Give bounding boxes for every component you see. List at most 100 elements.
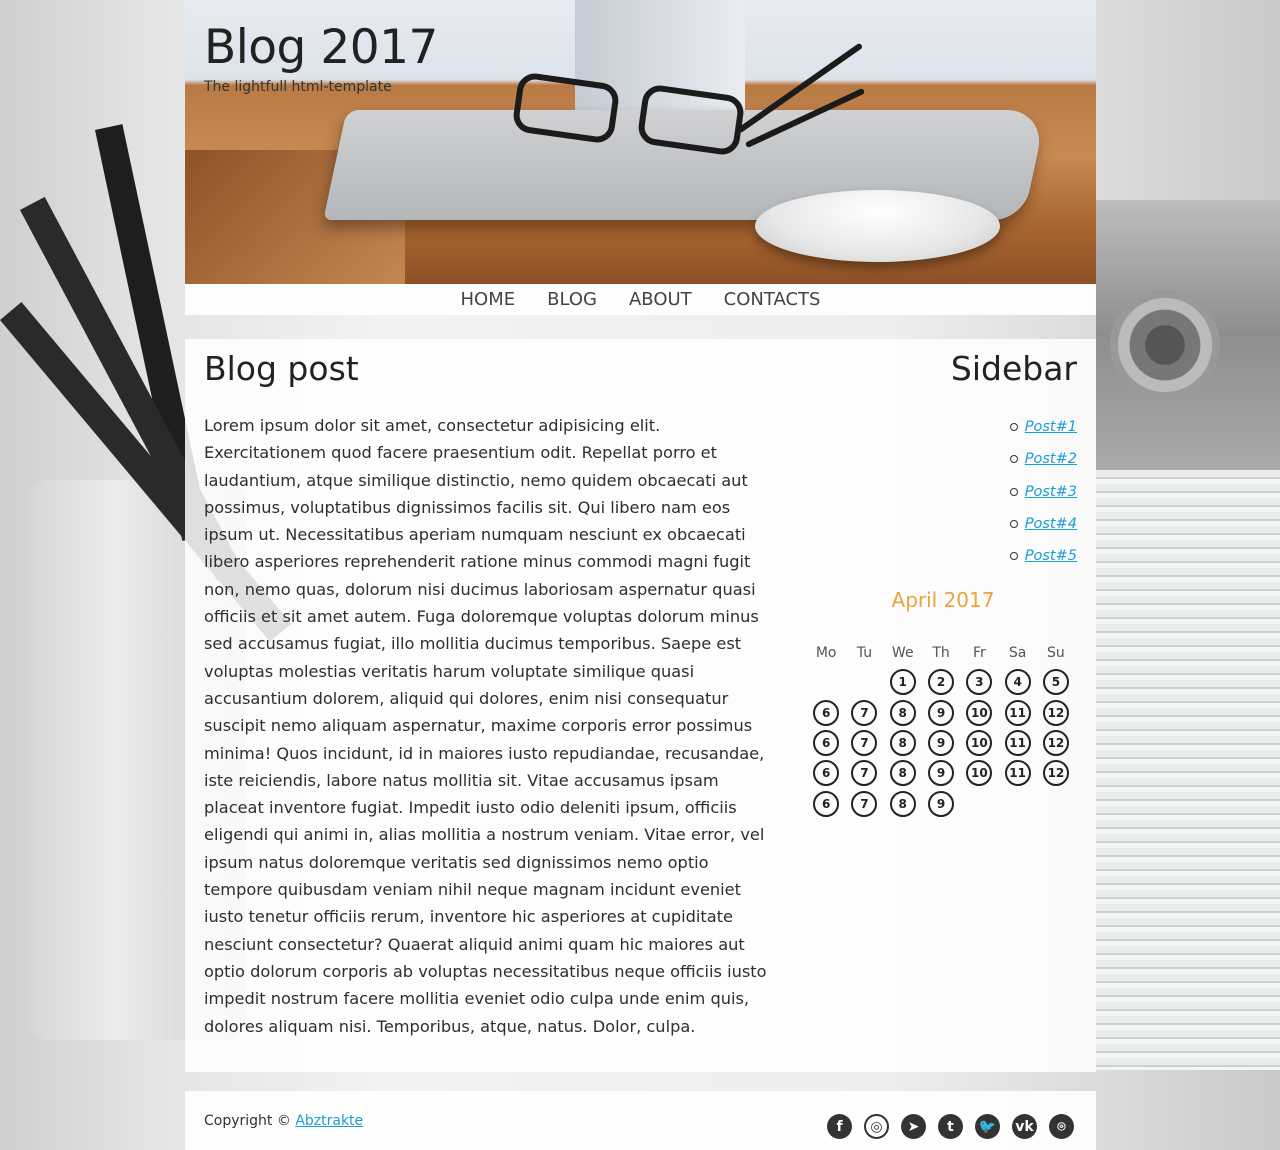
tumblr-icon[interactable]: t: [938, 1114, 963, 1139]
calendar-cell: 7: [845, 728, 883, 758]
calendar-cell: [807, 667, 845, 697]
calendar-day[interactable]: 9: [928, 729, 955, 756]
sidebar-link-item: Post#1: [1009, 411, 1077, 443]
calendar-day[interactable]: 11: [1004, 729, 1031, 756]
calendar-cell: 6: [807, 697, 845, 727]
circle-bullet-icon: [1009, 552, 1018, 561]
nav-item-contacts[interactable]: CONTACTS: [708, 284, 837, 315]
calendar-weekday: Tu: [856, 645, 873, 661]
calendar-day[interactable]: 7: [851, 760, 878, 787]
site-title[interactable]: Blog 2017: [204, 20, 438, 75]
twitter-icon[interactable]: 🐦: [975, 1114, 1000, 1139]
calendar-cell: 6: [807, 789, 845, 819]
calendar-cell: 8: [884, 789, 922, 819]
calendar-cell: 9: [922, 697, 960, 727]
instagram-icon[interactable]: ◎: [864, 1114, 889, 1139]
sidebar-links: Post#1 Post#2 Post#3 Post#4 Post#5: [1009, 411, 1077, 572]
social-links: f ◎ ➤ t 🐦 vk ⌾: [827, 1114, 1074, 1139]
nav-item-blog[interactable]: BLOG: [531, 284, 613, 315]
sidebar-link-item: Post#2: [1009, 443, 1077, 475]
nav-item-about[interactable]: ABOUT: [613, 284, 708, 315]
calendar-day[interactable]: 12: [1042, 699, 1069, 726]
calendar-week-row: 6 7 8 9 10 11 12: [807, 758, 1075, 788]
calendar-cell: 2: [922, 667, 960, 697]
sidebar-link-item: Post#4: [1009, 508, 1077, 540]
sidebar-link-item: Post#5: [1009, 540, 1077, 572]
calendar-day[interactable]: 8: [889, 699, 916, 726]
calendar: Mo Tu We Th Fr Sa Su 1 2 3 4 5 6 7 8 9 10 11 12 6 7 8 9 10 11 12…: [807, 639, 1075, 819]
calendar-cell: [998, 789, 1036, 819]
calendar-day[interactable]: 2: [928, 669, 955, 696]
calendar-day[interactable]: 12: [1042, 760, 1069, 787]
calendar-day[interactable]: 7: [851, 790, 878, 817]
calendar-day[interactable]: 8: [889, 790, 916, 817]
post-title: Blog post: [204, 349, 359, 388]
calendar-day[interactable]: 10: [966, 729, 993, 756]
circle-bullet-icon: [1009, 423, 1018, 431]
calendar-day[interactable]: 6: [813, 790, 840, 817]
calendar-week-row: 6 7 8 9 10 11 12: [807, 697, 1075, 727]
main-content: Blog post Lorem ipsum dolor sit amet, co…: [185, 339, 1096, 1072]
calendar-day[interactable]: 8: [889, 729, 916, 756]
calendar-cell: 6: [807, 728, 845, 758]
calendar-cell: 10: [960, 697, 998, 727]
copyright-text: Copyright ©: [204, 1113, 291, 1129]
sidebar-link-post-2[interactable]: Post#2: [1025, 451, 1077, 467]
circle-bullet-icon: [1009, 455, 1018, 464]
circle-bullet-icon: [1009, 487, 1018, 496]
calendar-day[interactable]: 4: [1004, 669, 1031, 696]
calendar-day[interactable]: 9: [928, 699, 955, 726]
calendar-cell: 3: [960, 667, 998, 697]
calendar-cell: 10: [960, 758, 998, 788]
calendar-cell: [960, 789, 998, 819]
sidebar-link-post-3[interactable]: Post#3: [1025, 484, 1077, 500]
post-body: Lorem ipsum dolor sit amet, consectetur …: [204, 416, 767, 1036]
calendar-day[interactable]: 7: [851, 729, 878, 756]
calendar-cell: 7: [845, 789, 883, 819]
telegram-icon[interactable]: ➤: [901, 1114, 926, 1139]
vk-icon[interactable]: vk: [1012, 1114, 1037, 1139]
author-link[interactable]: Abztrakte: [295, 1113, 363, 1129]
calendar-week-row: 12345: [807, 667, 1075, 697]
calendar-cell: 5: [1037, 667, 1075, 697]
calendar-cell: 8: [884, 728, 922, 758]
sidebar-link-post-5[interactable]: Post#5: [1025, 548, 1077, 564]
calendar-cell: 9: [922, 789, 960, 819]
calendar-day[interactable]: 12: [1042, 729, 1069, 756]
calendar-day[interactable]: 6: [813, 699, 840, 726]
calendar-cell: 4: [998, 667, 1036, 697]
sidebar-link-post-1[interactable]: Post#1: [1025, 419, 1077, 435]
calendar-cell: 11: [998, 697, 1036, 727]
background-book-pages: [1096, 470, 1280, 1070]
calendar-day[interactable]: 9: [928, 760, 955, 787]
calendar-day[interactable]: 3: [966, 669, 993, 696]
sidebar-link-post-4[interactable]: Post#4: [1025, 516, 1077, 532]
calendar-day[interactable]: 10: [966, 699, 993, 726]
site-footer: Copyright © Abztrakte f ◎ ➤ t 🐦 vk ⌾: [185, 1091, 1096, 1150]
calendar-cell: 6: [807, 758, 845, 788]
calendar-day[interactable]: 5: [1042, 669, 1069, 696]
calendar-day[interactable]: 10: [966, 760, 993, 787]
calendar-cell: 7: [845, 697, 883, 727]
calendar-weekday: Sa: [1008, 645, 1027, 661]
calendar-weekday: Th: [932, 645, 950, 661]
calendar-cell: 8: [884, 697, 922, 727]
calendar-day[interactable]: 6: [813, 729, 840, 756]
calendar-day[interactable]: 7: [851, 699, 878, 726]
calendar-day[interactable]: 1: [889, 669, 916, 696]
site-header: Blog 2017 The lightfull html-template: [185, 0, 1096, 284]
calendar-cell: 12: [1037, 728, 1075, 758]
calendar-cell: 10: [960, 728, 998, 758]
calendar-day[interactable]: 11: [1004, 760, 1031, 787]
calendar-cell: [1037, 789, 1075, 819]
page-wrapper: Blog 2017 The lightfull html-template HO…: [185, 0, 1096, 1150]
github-icon[interactable]: ⌾: [1049, 1114, 1074, 1139]
calendar-day[interactable]: 11: [1004, 699, 1031, 726]
calendar-day[interactable]: 8: [889, 760, 916, 787]
facebook-icon[interactable]: f: [827, 1114, 852, 1139]
calendar-weekday: Mo: [815, 645, 837, 661]
nav-item-home[interactable]: HOME: [445, 284, 532, 315]
calendar-day[interactable]: 6: [813, 760, 840, 787]
calendar-cell: 9: [922, 728, 960, 758]
calendar-day[interactable]: 9: [928, 790, 955, 817]
